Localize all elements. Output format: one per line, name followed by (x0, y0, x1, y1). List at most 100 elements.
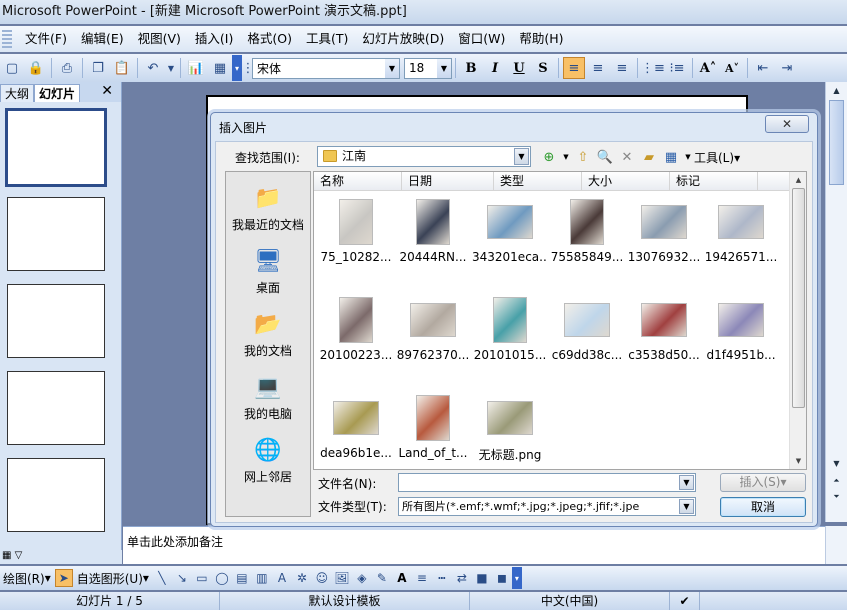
place-desktop[interactable]: 🖥 桌面 (226, 245, 310, 296)
menu-format[interactable]: 格式(O) (240, 28, 299, 50)
menu-view[interactable]: 视图(V) (131, 28, 188, 50)
chevron-down-icon[interactable]: ▼ (684, 148, 692, 166)
increase-font-icon[interactable]: A˄ (697, 57, 719, 79)
toolbar-grip[interactable] (2, 30, 12, 48)
slide-thumbnail-2[interactable] (7, 197, 105, 271)
scroll-up-icon[interactable]: ▲ (829, 84, 844, 98)
shadow-icon[interactable]: S (532, 57, 554, 79)
place-my-documents[interactable]: 📂 我的文档 (226, 308, 310, 359)
bullets-icon[interactable]: ⁝≡ (666, 57, 688, 79)
slide-thumbnail-4[interactable] (7, 371, 105, 445)
image-file-item[interactable]: d1f4951b... (703, 296, 779, 362)
image-file-item[interactable]: 343201eca... (472, 198, 548, 264)
decrease-indent-icon[interactable]: ⇤ (752, 57, 774, 79)
insert-button[interactable]: 插入(S)▾ (720, 473, 806, 492)
fill-color-icon[interactable]: ◈ (353, 569, 371, 587)
image-file-item[interactable]: 无标题.png (472, 394, 548, 463)
place-network[interactable]: 🌐 网上邻居 (226, 434, 310, 485)
numbering-icon[interactable]: ⋮≡ (641, 57, 665, 79)
decrease-font-icon[interactable]: A˅ (721, 57, 743, 79)
menu-edit[interactable]: 编辑(E) (74, 28, 131, 50)
menu-help[interactable]: 帮助(H) (512, 28, 570, 50)
image-file-item[interactable]: 75585849... (549, 198, 625, 264)
column-name[interactable]: 名称 (314, 172, 402, 190)
slide-thumbnail-3[interactable] (7, 284, 105, 358)
image-file-item[interactable]: Land_of_t... (395, 394, 471, 460)
previous-slide-icon[interactable]: ⏶ (829, 474, 844, 488)
oval-icon[interactable]: ◯ (213, 569, 231, 587)
print-icon[interactable]: ⎙ (56, 57, 78, 79)
slide-thumbnail-5[interactable] (7, 458, 105, 532)
line-style-icon[interactable]: ≡ (413, 569, 431, 587)
search-web-icon[interactable]: 🔍 (596, 148, 614, 166)
undo-icon[interactable]: ↶ (142, 57, 164, 79)
insert-picture-icon[interactable]: 🖼 (333, 569, 351, 587)
tab-outline[interactable]: 大纲 (0, 84, 35, 102)
cancel-button[interactable]: 取消 (720, 497, 806, 517)
new-folder-icon[interactable]: ▰ (640, 148, 658, 166)
scroll-thumb[interactable] (829, 100, 844, 185)
column-size[interactable]: 大小 (582, 172, 670, 190)
new-icon[interactable]: ▢ (1, 57, 23, 79)
permission-icon[interactable]: 🔒 (25, 57, 47, 79)
menu-file[interactable]: 文件(F) (18, 28, 74, 50)
autoshapes-menu[interactable]: 自选图形(U) ▾ (77, 570, 149, 587)
image-file-item[interactable]: 89762370... (395, 296, 471, 362)
diagram-icon[interactable]: ✲ (293, 569, 311, 587)
close-icon[interactable]: ✕ (765, 115, 809, 133)
menu-tools[interactable]: 工具(T) (299, 28, 355, 50)
italic-icon[interactable]: I (484, 57, 506, 79)
image-file-item[interactable]: 20101015... (472, 296, 548, 362)
image-file-item[interactable]: 75_10282... (318, 198, 394, 264)
textbox-icon[interactable]: ▤ (233, 569, 251, 587)
chevron-down-icon[interactable]: ▼ (166, 57, 176, 79)
column-type[interactable]: 类型 (494, 172, 582, 190)
align-right-icon[interactable]: ≡ (611, 57, 633, 79)
3d-style-icon[interactable]: ◼ (493, 569, 511, 587)
menu-window[interactable]: 窗口(W) (451, 28, 512, 50)
dash-style-icon[interactable]: ┅ (433, 569, 451, 587)
image-file-item[interactable]: 19426571... (703, 198, 779, 264)
image-file-item[interactable]: 20444RN... (395, 198, 471, 264)
align-left-icon[interactable]: ≡ (563, 57, 585, 79)
chevron-down-icon[interactable]: ▼ (562, 148, 570, 166)
draw-menu[interactable]: 绘图(R) ▾ (3, 570, 51, 587)
notes-area[interactable]: 单击此处添加备注 (123, 526, 825, 564)
align-center-icon[interactable]: ≡ (587, 57, 609, 79)
up-folder-icon[interactable]: ⇧ (574, 148, 592, 166)
line-icon[interactable]: ╲ (153, 569, 171, 587)
image-file-item[interactable]: 20100223... (318, 296, 394, 362)
image-file-item[interactable]: c3538d50... (626, 296, 702, 362)
copy-icon[interactable]: ❐ (87, 57, 109, 79)
scroll-up-icon[interactable]: ▲ (792, 174, 805, 186)
canvas-scrollbar[interactable]: ▲ ▼ ⏶ ⏷ (825, 82, 847, 522)
column-date[interactable]: 日期 (402, 172, 494, 190)
clipart-icon[interactable]: ☺ (313, 569, 331, 587)
tab-slides[interactable]: 幻灯片 (34, 84, 81, 102)
next-slide-icon[interactable]: ⏷ (829, 490, 844, 504)
view-buttons[interactable]: ▦ ▽ (0, 550, 122, 564)
font-color-icon[interactable]: A (393, 569, 411, 587)
slide-thumbnail-1[interactable] (5, 108, 107, 187)
chevron-down-icon[interactable]: ▼ (679, 475, 694, 490)
bold-icon[interactable]: B (460, 57, 482, 79)
delete-icon[interactable]: ✕ (618, 148, 636, 166)
arrow-style-icon[interactable]: ⇄ (453, 569, 471, 587)
chart-icon[interactable]: 📊 (185, 57, 207, 79)
filetype-select[interactable]: 所有图片(*.emf;*.wmf;*.jpg;*.jpeg;*.jfif;*.j… (398, 497, 696, 516)
chevron-down-icon[interactable]: ▼ (437, 58, 451, 78)
toolbar-options-icon[interactable]: ▾ (511, 567, 522, 589)
look-in-combo[interactable]: 江南 ▼ (317, 146, 531, 167)
chevron-down-icon[interactable]: ▼ (514, 148, 529, 165)
vertical-textbox-icon[interactable]: ▥ (253, 569, 271, 587)
views-icon[interactable]: ▦ (662, 148, 680, 166)
underline-icon[interactable]: U (508, 57, 530, 79)
image-file-item[interactable]: dea96b1e... (318, 394, 394, 460)
arrow-icon[interactable]: ↘ (173, 569, 191, 587)
scroll-thumb[interactable] (792, 188, 805, 408)
font-name-combo[interactable]: 宋体 ▼ (252, 57, 400, 79)
column-tags[interactable]: 标记 (670, 172, 758, 190)
shadow-style-icon[interactable]: ■ (473, 569, 491, 587)
image-file-item[interactable]: c69dd38c... (549, 296, 625, 362)
chevron-down-icon[interactable]: ▼ (679, 499, 694, 514)
